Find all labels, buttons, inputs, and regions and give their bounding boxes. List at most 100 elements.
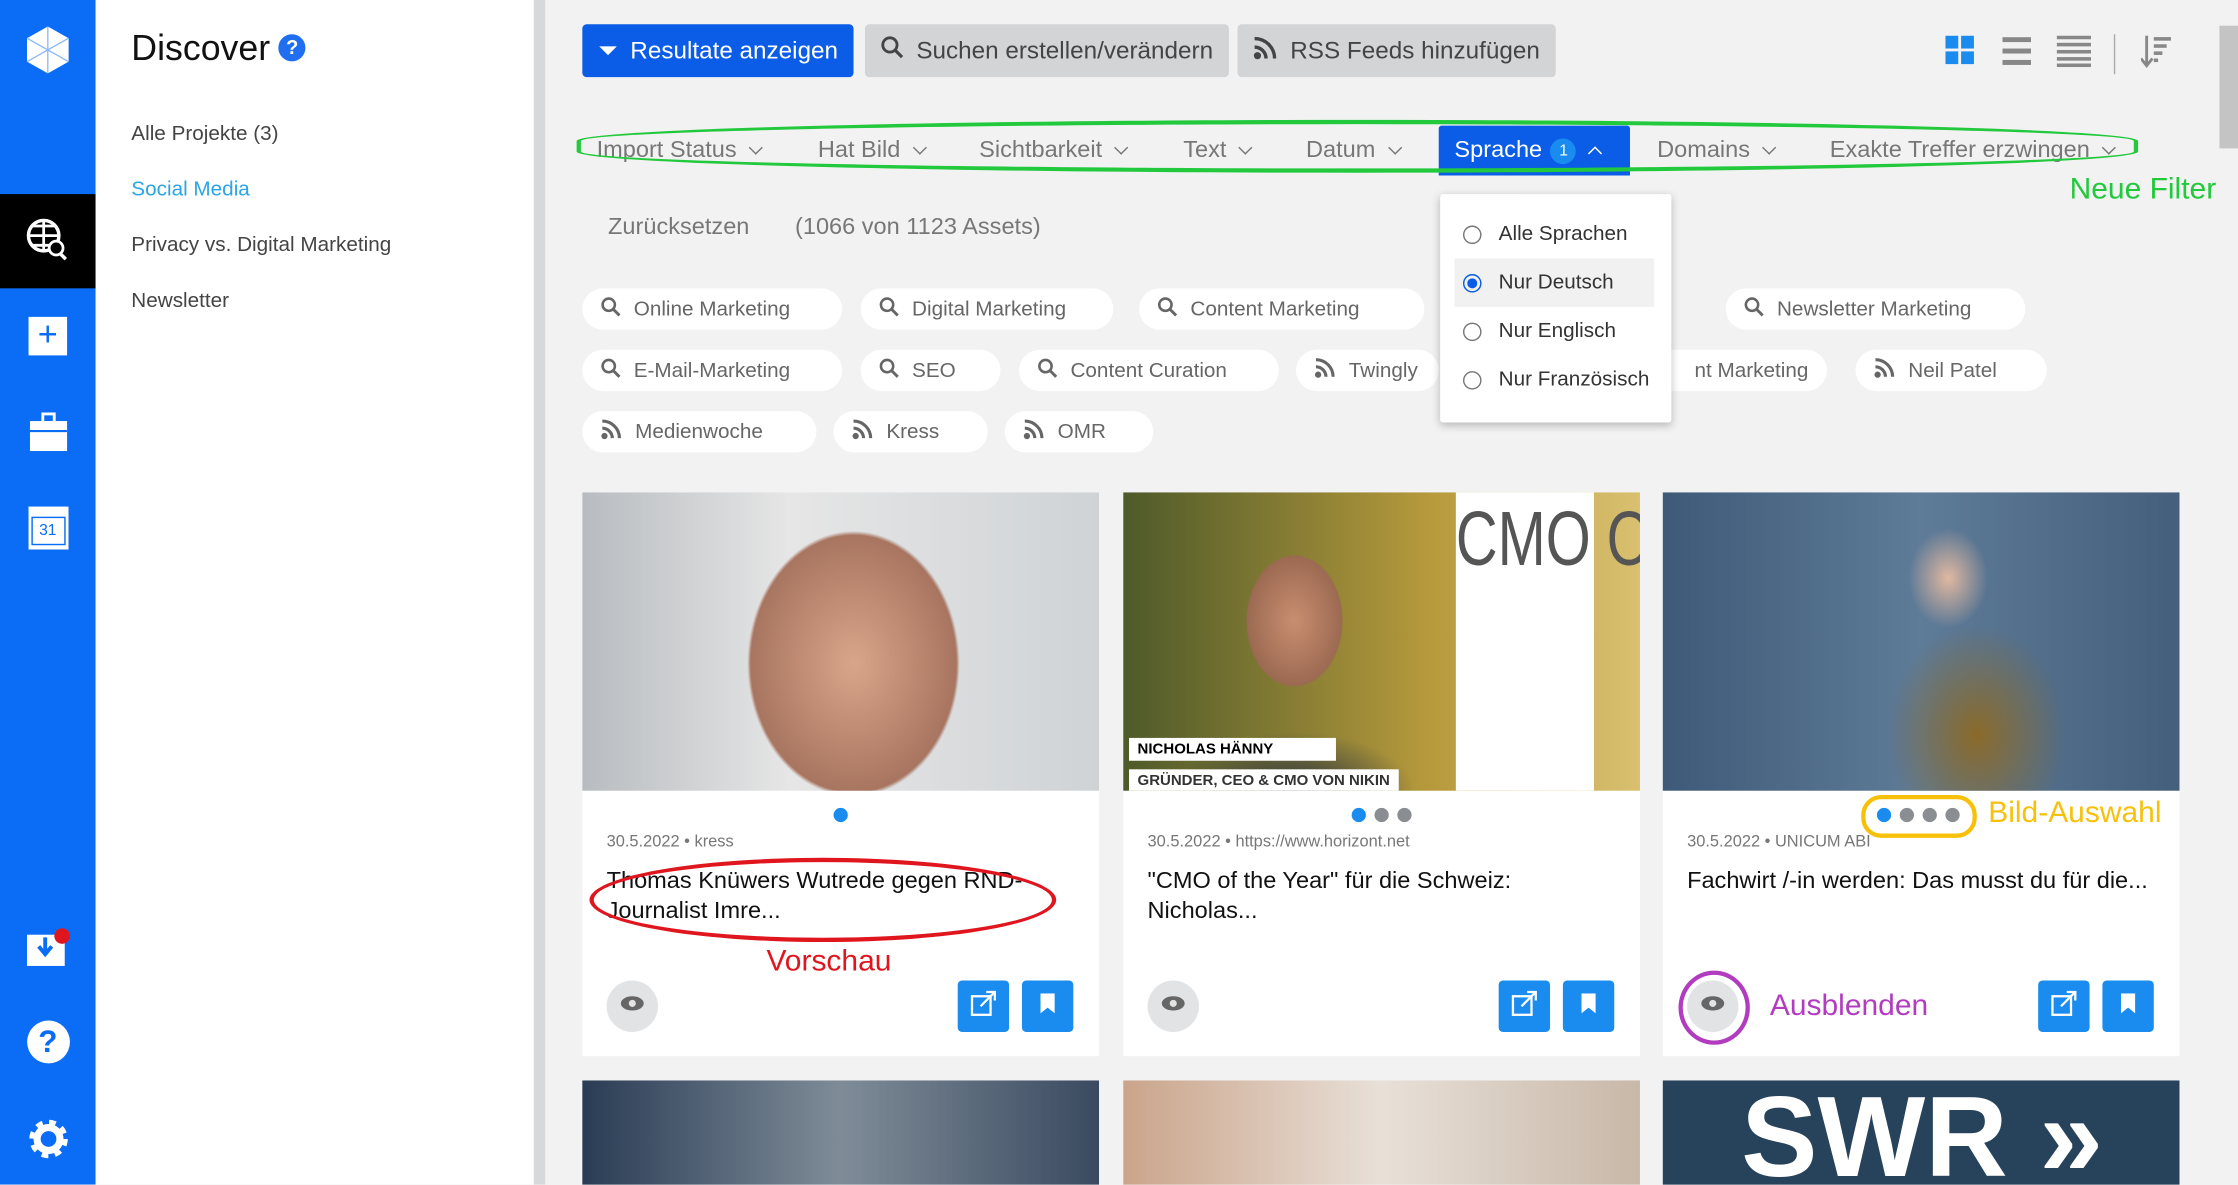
calendar-icon[interactable]: 31 <box>26 506 70 550</box>
search-chip[interactable]: Online Marketing <box>582 288 843 330</box>
search-chip[interactable]: Medienwoche <box>582 411 817 453</box>
asset-image[interactable]: CMO OF THE YEAR NICHOLAS HÄNNY GRÜNDER, … <box>1123 492 1640 791</box>
chip-label: Online Marketing <box>633 297 791 321</box>
asset-card-image[interactable] <box>582 1080 1100 1185</box>
help-badge-icon[interactable]: ? <box>278 33 306 61</box>
edit-search-label: Suchen erstellen/verändern <box>916 36 1214 64</box>
chip-label: OMR <box>1057 420 1106 444</box>
scrollbar-thumb[interactable] <box>2219 25 2238 149</box>
add-rss-button[interactable]: RSS Feeds hinzufügen <box>1237 24 1556 78</box>
search-chip[interactable]: SEO <box>860 349 1001 392</box>
rss-icon <box>601 418 622 445</box>
show-results-button[interactable]: ⏷ Resultate anzeigen <box>582 24 854 78</box>
search-chip[interactable]: Digital Marketing <box>860 288 1114 330</box>
grid-view-icon[interactable] <box>1945 35 1974 72</box>
image-dot[interactable] <box>833 807 848 823</box>
asset-card-image[interactable]: SWR » <box>1662 1080 2180 1185</box>
sort-icon[interactable] <box>2139 35 2172 77</box>
language-option-german[interactable]: Nur Deutsch <box>1454 258 1655 307</box>
briefcase-icon[interactable] <box>26 412 70 452</box>
asset-meta: 30.5.2022 • UNICUM ABI <box>1687 833 1871 851</box>
help-icon[interactable]: ? <box>26 1020 70 1064</box>
list-view-icon[interactable] <box>2002 37 2032 73</box>
annotation-preview-outline <box>589 857 1057 943</box>
asset-title[interactable]: "CMO of the Year" für die Schweiz: Nicho… <box>1148 866 1619 926</box>
open-external-button[interactable] <box>957 980 1010 1032</box>
search-chip[interactable]: Newsletter Marketing <box>1725 288 2026 330</box>
toolbar-separator <box>2113 34 2116 75</box>
rss-icon <box>852 418 873 445</box>
chip-label: SEO <box>912 358 956 382</box>
search-icon <box>879 357 899 384</box>
language-option-french[interactable]: Nur Französisch <box>1454 355 1654 404</box>
asset-image[interactable] <box>582 492 1100 791</box>
edit-search-button[interactable]: Suchen erstellen/verändern <box>864 24 1229 78</box>
image-caption-name: NICHOLAS HÄNNY <box>1128 737 1336 761</box>
chip-label: E-Mail-Marketing <box>633 358 791 382</box>
add-icon[interactable]: + <box>26 316 70 356</box>
hide-button[interactable] <box>606 980 658 1032</box>
panel-divider[interactable] <box>533 0 546 1185</box>
asset-image[interactable] <box>1662 492 2180 791</box>
inbox-download-icon[interactable] <box>26 925 70 971</box>
image-dots <box>582 807 1099 823</box>
rss-icon <box>1314 357 1336 384</box>
chip-label: Neil Patel <box>1908 358 1997 382</box>
chip-label: Content Curation <box>1070 358 1227 382</box>
search-icon <box>879 296 899 322</box>
radio-selected-icon <box>1462 273 1482 292</box>
chip-label: Content Marketing <box>1190 297 1360 321</box>
image-text: SWR <box>1741 1080 2008 1185</box>
open-external-button[interactable] <box>1498 980 1551 1032</box>
option-label: Nur Deutsch <box>1498 271 1614 295</box>
asset-card-image[interactable] <box>1123 1080 1640 1185</box>
compact-list-view-icon[interactable] <box>2056 35 2091 75</box>
search-icon <box>1157 296 1178 322</box>
annotation-image-select: Bild-Auswahl <box>1988 796 2162 830</box>
asset-card[interactable]: 30.5.2022 • UNICUM ABI Fachwirt /-in wer… <box>1662 492 2180 1057</box>
hide-button[interactable] <box>1147 980 1199 1032</box>
search-icon <box>881 36 904 66</box>
image-dot[interactable] <box>1397 807 1412 823</box>
project-item-all[interactable]: Alle Projekte (3) <box>131 123 278 146</box>
annotation-filters-outline <box>576 119 2139 173</box>
bookmark-icon <box>1581 992 1596 1020</box>
search-chip[interactable]: Content Curation <box>1019 349 1279 392</box>
radio-icon <box>1462 321 1482 341</box>
bookmark-button[interactable] <box>1562 980 1615 1032</box>
search-chip[interactable]: OMR <box>1004 411 1154 453</box>
project-item-privacy[interactable]: Privacy vs. Digital Marketing <box>131 234 391 257</box>
bookmark-button[interactable] <box>1021 980 1074 1032</box>
asset-count: (1066 von 1123 Assets) <box>795 214 1041 240</box>
external-link-icon <box>970 990 997 1023</box>
annotation-preview: Vorschau <box>766 944 892 978</box>
asset-card[interactable]: CMO OF THE YEAR NICHOLAS HÄNNY GRÜNDER, … <box>1123 492 1640 1057</box>
open-external-button[interactable] <box>2038 980 2090 1032</box>
option-label: Nur Französisch <box>1498 368 1650 392</box>
page-title: Discover? <box>131 29 306 70</box>
asset-title[interactable]: Fachwirt /-in werden: Das musst du für d… <box>1687 866 2158 896</box>
language-option-all[interactable]: Alle Sprachen <box>1454 210 1654 259</box>
search-chip[interactable]: Kress <box>833 411 988 453</box>
option-label: Nur Englisch <box>1498 319 1616 343</box>
project-item-social-media[interactable]: Social Media <box>131 178 249 201</box>
asset-meta: 30.5.2022 • kress <box>606 833 734 851</box>
image-dot[interactable] <box>1351 807 1366 823</box>
search-icon <box>1744 296 1764 322</box>
search-chip[interactable]: Twingly <box>1295 349 1439 392</box>
language-dropdown: Alle Sprachen Nur Deutsch Nur Englisch N… <box>1440 194 1672 423</box>
eye-icon <box>619 993 645 1019</box>
project-item-newsletter[interactable]: Newsletter <box>131 290 229 313</box>
search-chip[interactable]: E-Mail-Marketing <box>582 349 843 392</box>
search-icon <box>601 296 621 322</box>
settings-gear-icon[interactable] <box>26 1118 70 1161</box>
reset-link[interactable]: Zurücksetzen <box>608 214 749 241</box>
chip-label: Newsletter Marketing <box>1776 297 1972 321</box>
search-chip[interactable]: Neil Patel <box>1855 349 2047 392</box>
language-option-english[interactable]: Nur Englisch <box>1454 307 1654 356</box>
search-chip[interactable]: Content Marketing <box>1138 288 1425 330</box>
logo-cube-icon[interactable] <box>26 23 70 77</box>
discover-globe-search-icon[interactable] <box>26 217 70 263</box>
image-dot[interactable] <box>1374 807 1389 823</box>
bookmark-button[interactable] <box>2102 980 2154 1032</box>
